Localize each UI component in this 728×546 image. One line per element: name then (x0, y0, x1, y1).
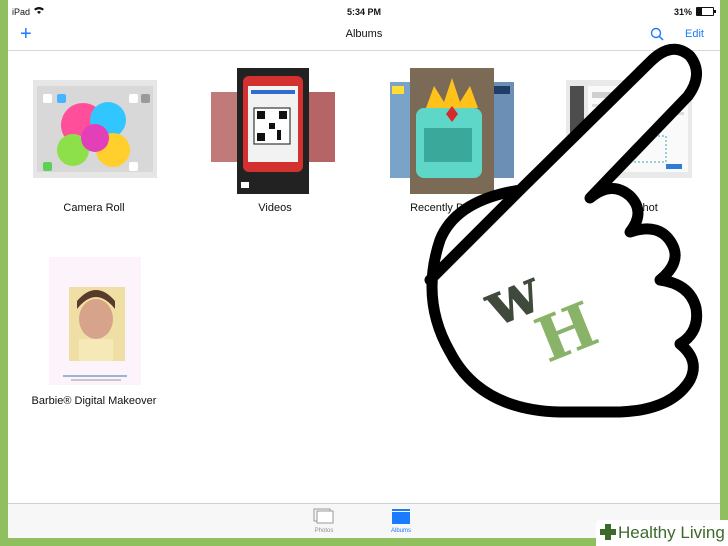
healthy-living-watermark: Healthy Living (596, 520, 728, 546)
watermark-text: Healthy Living (618, 523, 725, 542)
plus-cross-icon (600, 524, 616, 540)
pointing-hand-overlay: w H (424, 43, 703, 418)
